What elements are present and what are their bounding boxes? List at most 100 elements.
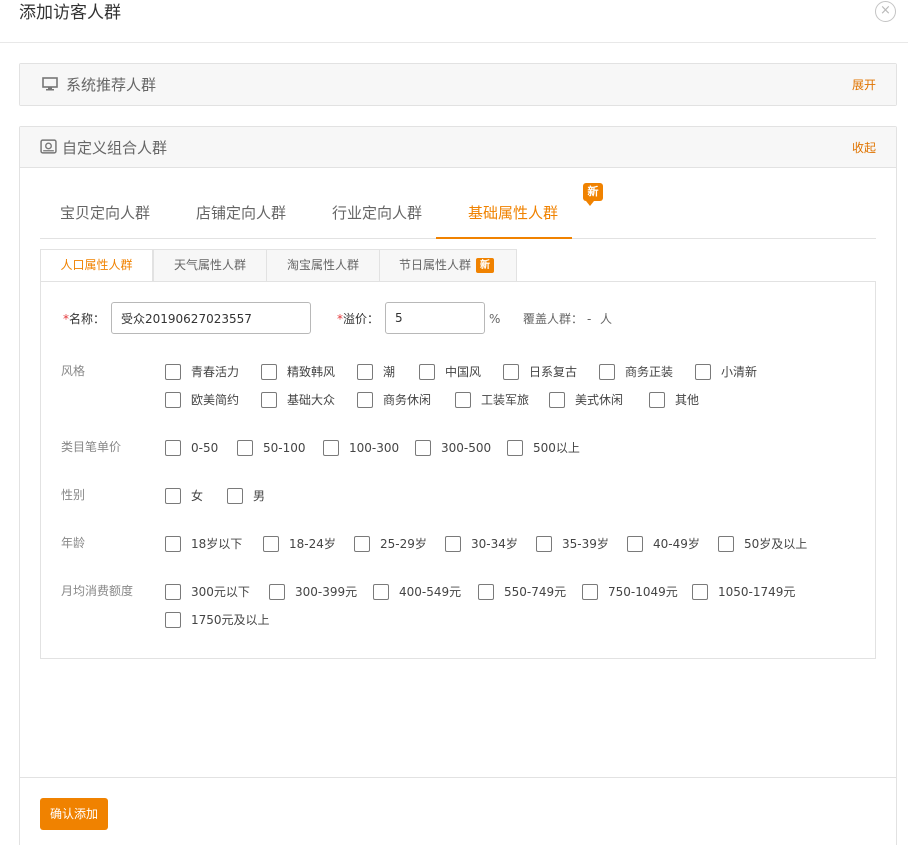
checkbox-label: 其他 [675, 393, 700, 407]
checkbox-label: 50岁及以上 [744, 537, 808, 551]
active-tab-indicator [436, 237, 572, 239]
confirm-add-button[interactable]: 确认添加 [40, 798, 108, 830]
checkbox-box[interactable] [227, 488, 243, 504]
checkbox-label: 商务正装 [625, 365, 674, 379]
tab-item-targeting[interactable]: 宝贝定向人群 [60, 201, 150, 225]
checkbox-box[interactable] [165, 584, 181, 600]
subtab-demographic[interactable]: 人口属性人群 [40, 249, 153, 282]
row-label-price: 类目笔单价 [61, 440, 122, 454]
checkbox-box[interactable] [263, 536, 279, 552]
checkbox-box[interactable] [261, 392, 277, 408]
checkbox-label: 男 [253, 489, 266, 503]
checkbox-label: 40-49岁 [653, 537, 700, 551]
checkbox-label: 18-24岁 [289, 537, 336, 551]
checkbox-box[interactable] [354, 536, 370, 552]
checkbox-box[interactable] [237, 440, 253, 456]
checkbox-label: 300-500 [441, 441, 492, 455]
tab-industry-targeting[interactable]: 行业定向人群 [332, 201, 422, 225]
checkbox-box[interactable] [599, 364, 615, 380]
custom-combine-title: 自定义组合人群 [62, 139, 168, 157]
checkbox-box[interactable] [165, 392, 181, 408]
checkbox-box[interactable] [445, 536, 461, 552]
coverage-value: - [587, 312, 592, 326]
row-label-monthly-spend: 月均消费额度 [61, 584, 134, 598]
checkbox-label: 基础大众 [287, 393, 336, 407]
checkbox-box[interactable] [627, 536, 643, 552]
expand-link[interactable]: 展开 [852, 77, 876, 93]
checkbox-label: 50-100 [263, 441, 306, 455]
checkbox-label: 550-749元 [504, 585, 567, 599]
checkbox-box[interactable] [582, 584, 598, 600]
checkbox-box[interactable] [415, 440, 431, 456]
subtab-weather[interactable]: 天气属性人群 [153, 249, 267, 282]
coverage-unit: 人 [600, 312, 613, 326]
new-badge: 新 [476, 258, 494, 273]
subtab-holiday[interactable]: 节日属性人群 新 [379, 249, 517, 282]
checkbox-label: 100-300 [349, 441, 400, 455]
checkbox-box[interactable] [165, 612, 181, 628]
checkbox-box[interactable] [165, 488, 181, 504]
checkbox-box[interactable] [455, 392, 471, 408]
system-recommend-header[interactable]: 系统推荐人群 展开 [20, 64, 896, 105]
checkbox-box[interactable] [323, 440, 339, 456]
main-tabs: 宝贝定向人群 店铺定向人群 行业定向人群 基础属性人群 新 [40, 183, 876, 239]
custom-combine-header[interactable]: 自定义组合人群 收起 [20, 127, 896, 168]
name-label: *名称： [63, 310, 105, 328]
checkbox-box[interactable] [165, 536, 181, 552]
checkbox-label: 400-549元 [399, 585, 462, 599]
dialog-title: 添加访客人群 [19, 3, 121, 23]
checkbox-box[interactable] [357, 364, 373, 380]
checkbox-box[interactable] [718, 536, 734, 552]
collapse-link[interactable]: 收起 [852, 140, 876, 156]
subtab-holiday-label: 节日属性人群 [399, 258, 472, 272]
tab-shop-targeting[interactable]: 店铺定向人群 [196, 201, 286, 225]
premium-input[interactable] [385, 302, 485, 334]
checkbox-box[interactable] [503, 364, 519, 380]
checkbox-label: 1750元及以上 [191, 613, 270, 627]
checkbox-label: 300-399元 [295, 585, 358, 599]
checkbox-label: 潮 [383, 365, 396, 379]
checkbox-label: 750-1049元 [608, 585, 678, 599]
monitor-icon [42, 77, 58, 91]
tab-basic-attributes[interactable]: 基础属性人群 [468, 201, 558, 225]
checkbox-box[interactable] [357, 392, 373, 408]
close-icon[interactable]: × [875, 1, 896, 22]
checkbox-label: 300元以下 [191, 585, 250, 599]
system-recommend-title: 系统推荐人群 [66, 76, 157, 94]
dialog-header: 添加访客人群 × [0, 0, 908, 43]
name-label-text: 名称： [69, 312, 106, 326]
name-input[interactable] [111, 302, 311, 334]
checkbox-box[interactable] [695, 364, 711, 380]
checkbox-label: 欧美简约 [191, 393, 240, 407]
checkbox-label: 商务休闲 [383, 393, 432, 407]
checkbox-box[interactable] [269, 584, 285, 600]
checkbox-label: 18岁以下 [191, 537, 243, 551]
checkbox-box[interactable] [373, 584, 389, 600]
system-recommend-panel: 系统推荐人群 展开 [19, 63, 897, 106]
sub-tabs: 人口属性人群 天气属性人群 淘宝属性人群 节日属性人群 新 [40, 249, 876, 282]
checkbox-box[interactable] [649, 392, 665, 408]
checkbox-label: 工装军旅 [481, 393, 530, 407]
checkbox-label: 青春活力 [191, 365, 240, 379]
checkbox-label: 0-50 [191, 441, 219, 455]
checkbox-label: 精致韩风 [287, 365, 336, 379]
checkbox-box[interactable] [692, 584, 708, 600]
checkbox-label: 中国风 [445, 365, 482, 379]
target-box-icon [40, 139, 57, 154]
checkbox-box[interactable] [165, 440, 181, 456]
checkbox-box[interactable] [478, 584, 494, 600]
checkbox-box[interactable] [536, 536, 552, 552]
subtab-taobao[interactable]: 淘宝属性人群 [266, 249, 380, 282]
row-label-style: 风格 [61, 364, 86, 378]
checkbox-label: 女 [191, 489, 204, 503]
checkbox-label: 25-29岁 [380, 537, 427, 551]
new-badge: 新 [583, 183, 603, 206]
coverage-label: 覆盖人群： [523, 312, 584, 326]
checkbox-box[interactable] [507, 440, 523, 456]
custom-combine-panel: 自定义组合人群 收起 宝贝定向人群 店铺定向人群 行业定向人群 基础属性人群 新… [19, 126, 897, 845]
checkbox-box[interactable] [549, 392, 565, 408]
checkbox-box[interactable] [419, 364, 435, 380]
checkbox-box[interactable] [165, 364, 181, 380]
checkbox-box[interactable] [261, 364, 277, 380]
checkbox-label: 美式休闲 [575, 393, 624, 407]
